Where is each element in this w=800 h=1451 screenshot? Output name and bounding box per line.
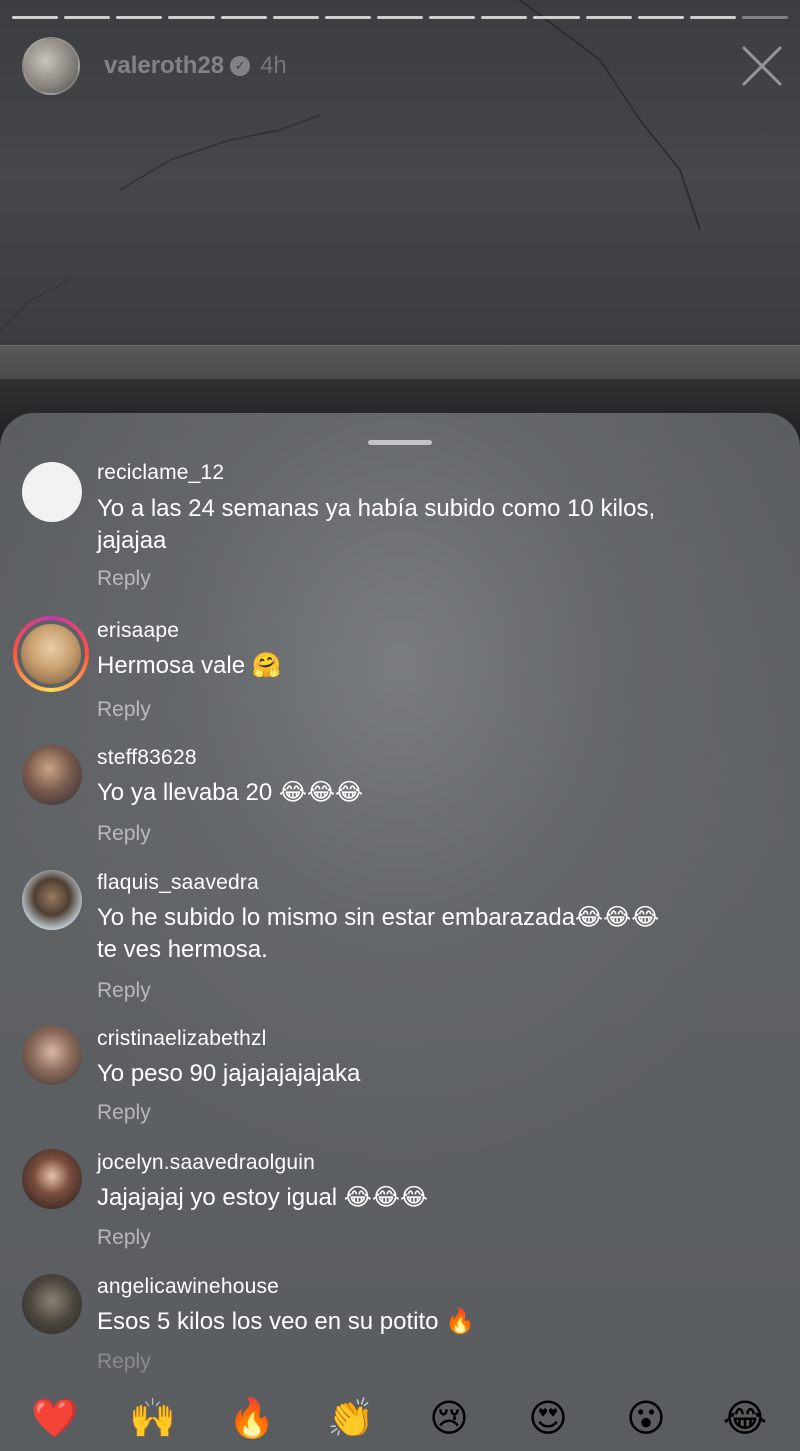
reply-button[interactable]: Reply [97, 979, 151, 1003]
reply-button[interactable]: Reply [97, 1226, 151, 1250]
progress-segment [12, 16, 59, 19]
surprised-face-reaction-icon[interactable]: 😮 [621, 1393, 671, 1443]
progress-segment [741, 16, 789, 19]
story-progress-bar [12, 16, 789, 19]
progress-segment [585, 16, 632, 19]
comment-item: reciclame_12 Yo a las 24 semanas ya habí… [0, 461, 800, 601]
comment-text: Esos 5 kilos los veo en su potito 🔥 [97, 1308, 476, 1335]
progress-segment [533, 16, 580, 19]
comments-sheet: reciclame_12 Yo a las 24 semanas ya habí… [0, 413, 800, 1451]
progress-segment [376, 16, 424, 19]
avatar[interactable] [13, 616, 89, 692]
progress-segment [481, 16, 528, 19]
reply-button[interactable]: Reply [97, 698, 151, 722]
comment-text: Yo peso 90 jajajajajajaka [97, 1060, 361, 1087]
comment-item: flaquis_saavedra Yo he subido lo mismo s… [0, 869, 800, 1009]
heart-reaction-icon[interactable]: ❤️ [30, 1393, 80, 1443]
avatar[interactable] [22, 1274, 82, 1334]
story-username[interactable]: valeroth28 [104, 52, 224, 80]
fire-reaction-icon[interactable]: 🔥 [227, 1393, 277, 1443]
progress-segment [689, 16, 736, 19]
avatar[interactable] [22, 870, 82, 930]
story-background: valeroth28 ✓ 4h [0, 0, 800, 440]
reply-button[interactable]: Reply [97, 1350, 151, 1374]
story-header: valeroth28 ✓ 4h [22, 37, 784, 95]
comment-item: jocelyn.saavedraolguin Jajajajaj yo esto… [0, 1148, 800, 1258]
progress-segment [324, 16, 371, 19]
reply-button[interactable]: Reply [97, 567, 151, 591]
reply-button[interactable]: Reply [97, 822, 151, 846]
verified-badge-icon: ✓ [230, 56, 251, 76]
sheet-grabber-handle[interactable] [368, 440, 432, 445]
avatar[interactable] [22, 745, 82, 805]
story-avatar[interactable] [22, 37, 80, 95]
comment-text: Yo he subido lo mismo sin estar embaraza… [97, 904, 660, 963]
comment-text: Jajajajaj yo estoy igual 😂😂😂 [97, 1184, 428, 1211]
avatar[interactable] [22, 1149, 82, 1209]
comment-username[interactable]: jocelyn.saavedraolguin [97, 1151, 315, 1175]
comment-username[interactable]: steff83628 [97, 746, 197, 770]
counter-ledge [0, 345, 800, 379]
comment-username[interactable]: flaquis_saavedra [97, 871, 259, 895]
crying-face-reaction-icon[interactable]: 😢 [424, 1393, 474, 1443]
comment-item: angelicawinehouse Esos 5 kilos los veo e… [0, 1272, 800, 1382]
avatar[interactable] [22, 462, 82, 522]
story-timestamp: 4h [260, 52, 287, 79]
comment-username[interactable]: reciclame_12 [97, 461, 224, 485]
progress-segment [168, 16, 215, 19]
progress-segment [429, 16, 476, 19]
comment-username[interactable]: angelicawinehouse [97, 1275, 279, 1299]
progress-segment [116, 16, 163, 19]
raised-hands-reaction-icon[interactable]: 🙌 [128, 1393, 178, 1443]
comment-username[interactable]: cristinaelizabethzl [97, 1027, 267, 1051]
progress-segment [220, 16, 267, 19]
comment-text: Yo a las 24 semanas ya había subido como… [97, 495, 656, 554]
comment-username[interactable]: erisaape [97, 619, 179, 643]
heart-eyes-reaction-icon[interactable]: 😍 [523, 1393, 573, 1443]
comment-item: erisaape Hermosa vale 🤗 Reply [0, 616, 800, 726]
comment-item: cristinaelizabethzl Yo peso 90 jajajajaj… [0, 1023, 800, 1133]
clapping-hands-reaction-icon[interactable]: 👏 [326, 1393, 376, 1443]
progress-segment [637, 16, 684, 19]
avatar[interactable] [22, 1025, 82, 1085]
progress-segment [272, 16, 319, 19]
reply-button[interactable]: Reply [97, 1101, 151, 1125]
comment-item: steff83628 Yo ya llevaba 20 😂😂😂 Reply [0, 743, 800, 853]
laughing-tears-reaction-icon[interactable]: 😂 [720, 1393, 770, 1443]
comment-text: Hermosa vale 🤗 [97, 652, 282, 679]
progress-segment [64, 16, 111, 19]
quick-reaction-bar: ❤️ 🙌 🔥 👏 😢 😍 😮 😂 [0, 1393, 800, 1451]
close-button[interactable] [740, 44, 784, 88]
close-icon [742, 46, 782, 86]
comment-text: Yo ya llevaba 20 😂😂😂 [97, 779, 364, 806]
